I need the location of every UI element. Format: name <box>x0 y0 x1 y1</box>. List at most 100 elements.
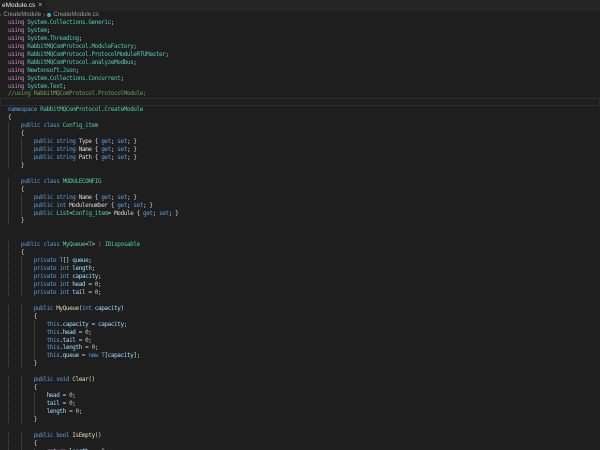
indent-guide <box>8 154 21 161</box>
code-area[interactable]: using System.Collections.Generic;using S… <box>0 19 600 450</box>
code-line[interactable]: this.capacity = capacity; <box>0 321 600 329</box>
code-line[interactable]: } <box>0 217 600 225</box>
code-line[interactable]: this.length = 0; <box>0 344 600 352</box>
code-token: int <box>56 202 66 209</box>
indent-guide <box>21 138 34 145</box>
indent-guide <box>8 440 21 447</box>
code-token: Modulenumber <box>69 202 108 209</box>
code-line[interactable]: public string Name { get; set; } <box>0 146 600 154</box>
code-token: = <box>76 337 86 344</box>
code-line[interactable]: using RabbitMQComProtocol.ModuleFactory; <box>0 43 600 51</box>
code-token: { <box>21 130 24 137</box>
code-token: = <box>59 392 69 399</box>
code-token: Name <box>79 194 92 201</box>
code-line[interactable]: private int tail = 0; <box>0 289 600 297</box>
code-line[interactable]: tail = 0; <box>0 400 600 408</box>
code-line[interactable]: this.queue = new T[capacity]; <box>0 352 600 360</box>
code-line[interactable]: } <box>0 360 600 368</box>
code-line[interactable]: using System.Text; <box>0 83 600 91</box>
code-line[interactable] <box>0 225 600 233</box>
code-line[interactable] <box>0 368 600 376</box>
indent-guide <box>8 249 21 256</box>
code-line[interactable]: public string Name { get; set; } <box>0 194 600 202</box>
indent-guide <box>21 416 34 423</box>
code-line[interactable]: private T[] queue; <box>0 257 600 265</box>
code-token: set <box>133 202 143 209</box>
code-line[interactable]: public string Path { get; set; } <box>0 154 600 162</box>
breadcrumb-item-folder[interactable]: CreateModule <box>3 12 41 18</box>
code-token: capacity <box>63 321 89 328</box>
code-line[interactable]: { <box>0 114 600 122</box>
code-token: private <box>34 273 57 280</box>
code-token: public <box>34 202 53 209</box>
close-icon[interactable]: × <box>38 2 42 9</box>
current-line-highlight[interactable] <box>0 98 600 106</box>
code-token: RabbitMQComProtocol.ModuleFactory <box>27 43 133 50</box>
code-token: get <box>117 202 127 209</box>
code-token: = <box>66 408 76 415</box>
code-line[interactable]: head = 0; <box>0 392 600 400</box>
code-line[interactable]: { <box>0 313 600 321</box>
code-line[interactable]: { <box>0 249 600 257</box>
code-line[interactable] <box>0 170 600 178</box>
code-token: set <box>117 154 127 161</box>
code-line[interactable]: public class MyQueue<T> : IDisposable <box>0 241 600 249</box>
code-line[interactable]: public MyQueue(int capacity) <box>0 305 600 313</box>
code-line[interactable]: public class Config_item <box>0 122 600 130</box>
code-line[interactable]: using System.Collections.Generic; <box>0 19 600 27</box>
indent-guide <box>8 194 21 201</box>
code-token: Name <box>79 146 92 153</box>
code-line[interactable]: private int head = 0; <box>0 281 600 289</box>
code-line[interactable]: } <box>0 162 600 170</box>
code-token: ; } <box>143 202 153 209</box>
code-line[interactable]: this.tail = 0; <box>0 337 600 345</box>
code-token: class <box>43 241 59 248</box>
code-token: public <box>34 305 53 312</box>
code-line[interactable]: public bool IsEmpty() <box>0 432 600 440</box>
code-line[interactable]: this.head = 0; <box>0 329 600 337</box>
code-line[interactable]: using System; <box>0 27 600 35</box>
code-token: = <box>82 344 92 351</box>
code-line[interactable] <box>0 424 600 432</box>
indent-guide <box>34 344 47 351</box>
code-line[interactable]: private int capacity; <box>0 273 600 281</box>
code-line[interactable]: length = 0; <box>0 408 600 416</box>
code-token: using <box>8 67 24 74</box>
code-token: ]; <box>133 352 139 359</box>
code-line[interactable]: private int length; <box>0 265 600 273</box>
code-line[interactable]: public class MODULECONFIG <box>0 178 600 186</box>
code-token: { <box>34 440 37 447</box>
code-token: using <box>8 19 24 26</box>
code-line[interactable] <box>0 297 600 305</box>
code-token: public <box>34 154 53 161</box>
code-line[interactable]: public List<Config_item> Module { get; s… <box>0 210 600 218</box>
code-line[interactable]: { <box>0 186 600 194</box>
code-editor[interactable]: using System.Collections.Generic;using S… <box>0 19 600 450</box>
code-line[interactable] <box>0 233 600 241</box>
tab-createmodule-cs[interactable]: eModule.cs × <box>0 0 47 11</box>
code-line[interactable]: using RabbitMQComProtocol.analyzeModbus; <box>0 59 600 67</box>
code-line[interactable]: namespace RabbitMQComProtocol.CreateModu… <box>0 106 600 114</box>
code-line[interactable]: public string Type { get; set; } <box>0 138 600 146</box>
code-line[interactable]: { <box>0 384 600 392</box>
indent-guide <box>8 241 21 248</box>
code-line[interactable]: using RabbitMQComProtocol.ProtocolModule… <box>0 51 600 59</box>
code-line[interactable]: using System.Threading; <box>0 35 600 43</box>
code-line[interactable]: using Newtonsoft.Json; <box>0 67 600 75</box>
indent-guide <box>8 344 21 351</box>
indent-guide <box>8 408 21 415</box>
indent-guide <box>21 265 34 272</box>
code-line[interactable]: } <box>0 416 600 424</box>
breadcrumb-item-file[interactable]: CreateModule.cs <box>53 12 98 18</box>
indent-guide <box>21 289 34 296</box>
indent-guide <box>21 376 34 383</box>
code-line[interactable]: public int Modulenumber { get; set; } <box>0 202 600 210</box>
code-token: string <box>56 138 75 145</box>
code-line[interactable]: using System.Collections.Concurrent; <box>0 75 600 83</box>
code-token: private <box>34 257 57 264</box>
code-line[interactable]: { <box>0 130 600 138</box>
code-token: ; <box>124 321 127 328</box>
code-line[interactable]: { <box>0 440 600 448</box>
code-line[interactable]: //using RabbitMQComProtocol.ProtocolModu… <box>0 90 600 98</box>
code-line[interactable]: public void Clear() <box>0 376 600 384</box>
